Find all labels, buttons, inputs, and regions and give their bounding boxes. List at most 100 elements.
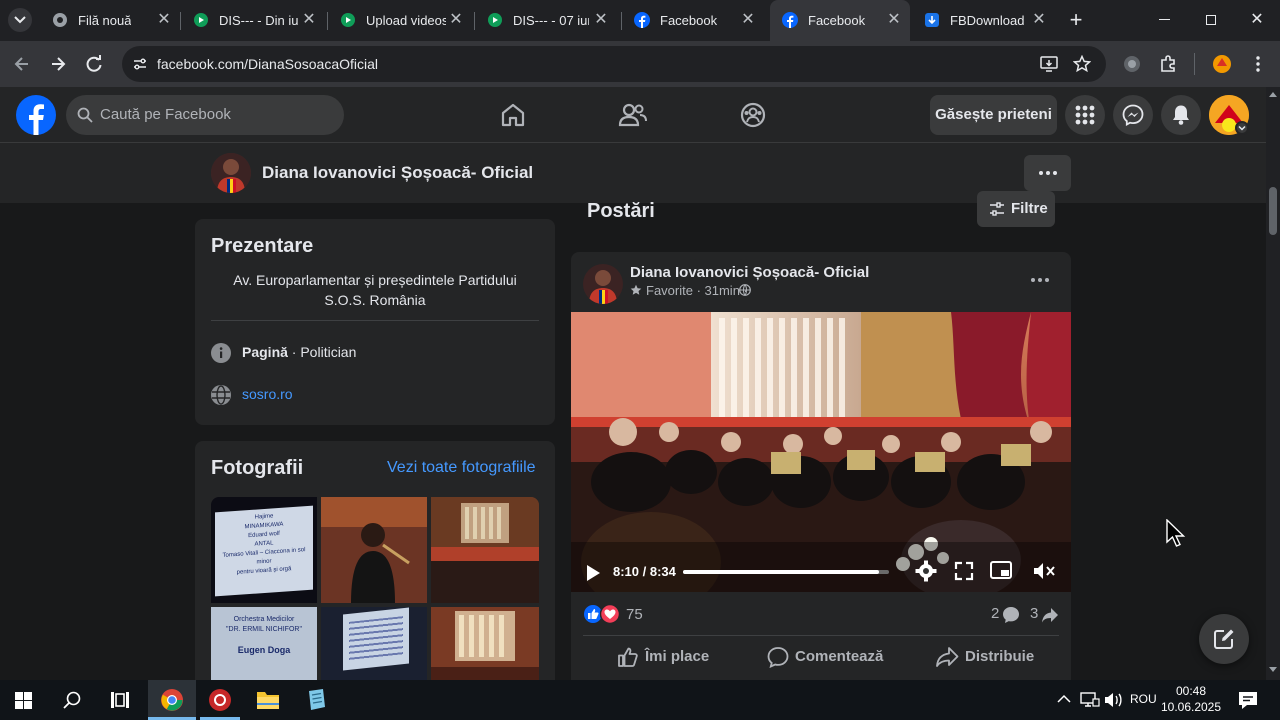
taskbar-recorder[interactable] [196,680,244,720]
messenger-icon [1122,104,1144,126]
close-icon[interactable]: ✕ [738,10,758,30]
reaction-icons[interactable] [583,604,623,624]
photo-thumbnail[interactable] [431,497,539,603]
photos-title: Fotografii [211,457,304,479]
tab-facebook-active[interactable]: Facebook ✕ [770,0,910,41]
bookmark-star-icon[interactable] [1073,55,1091,73]
action-center-icon[interactable] [1238,690,1258,710]
notifications-button[interactable] [1161,95,1201,135]
close-icon[interactable]: ✕ [299,10,319,30]
scrollbar-thumb[interactable] [1269,187,1277,235]
network-icon[interactable] [1080,691,1100,709]
video-player[interactable]: 8:10 / 8:34 [571,312,1071,592]
extensions-puzzle-icon[interactable] [1158,54,1178,74]
taskbar-notepad[interactable] [292,680,340,720]
taskbar-chrome[interactable] [148,680,196,720]
page-more-button[interactable] [1024,155,1071,191]
facebook-logo-icon[interactable] [16,95,56,135]
video-progress-bar[interactable] [683,570,889,574]
groups-icon[interactable] [739,101,767,129]
close-icon[interactable]: ✕ [884,10,904,30]
restore-button[interactable] [1197,10,1225,30]
favorite-star-icon [630,284,642,295]
post-author-name[interactable]: Diana Iovanovici Șoșoacă- Oficial [630,264,869,281]
tab-upload-videos[interactable]: Upload videos ✕ [328,0,474,41]
page-avatar[interactable] [211,153,251,193]
volume-icon[interactable] [1104,691,1124,709]
chrome-icon [53,13,67,27]
tab-title: Upload videos [366,13,446,28]
muted-speaker-icon[interactable] [1033,561,1055,581]
thumbs-up-icon [618,647,638,667]
new-message-button[interactable] [1199,614,1249,664]
taskbar-search-button[interactable] [48,680,96,720]
reload-icon[interactable] [84,54,104,74]
see-all-photos-link[interactable]: Vezi toate fotografiile [387,459,536,477]
start-button[interactable] [0,680,48,720]
facebook-search-input[interactable]: Caută pe Facebook [66,95,344,135]
forward-icon[interactable] [48,54,68,74]
windows-taskbar: ROU 00:48 10.06.2025 [0,680,1280,720]
share-count[interactable]: 3 [1030,605,1038,622]
scroll-down-arrow-icon[interactable] [1269,667,1277,673]
mouse-cursor-icon [1166,519,1186,547]
share-button[interactable]: Distribuie [905,640,1059,676]
reaction-count[interactable]: 75 [626,606,643,623]
play-icon[interactable] [585,564,601,582]
tab-fbdownloader[interactable]: FBDownloader ✕ [912,0,1058,41]
page-name[interactable]: Diana Iovanovici Șoșoacă- Oficial [262,163,533,183]
account-chevron[interactable] [1235,121,1249,135]
post-options-icon[interactable] [1031,278,1049,282]
post-author-avatar[interactable] [583,264,623,304]
comment-count[interactable]: 2 [991,605,999,622]
address-bar[interactable]: facebook.com/DianaSosoacaOficial [122,46,1106,82]
close-icon[interactable]: ✕ [154,10,174,30]
site-info-icon[interactable] [132,56,148,72]
extension-icon[interactable] [1122,54,1142,74]
like-button[interactable]: Îmi place [583,640,737,676]
settings-gear-icon[interactable] [915,560,937,582]
home-icon[interactable] [499,101,527,129]
close-icon[interactable]: ✕ [446,10,466,30]
url-text: facebook.com/DianaSosoacaOficial [157,56,379,72]
scroll-up-arrow-icon[interactable] [1269,91,1277,97]
tab-new-tab[interactable]: Filă nouă ✕ [40,0,180,41]
photo-thumbnail[interactable] [321,497,427,603]
messenger-button[interactable] [1113,95,1153,135]
close-window-button[interactable]: ✕ [1243,8,1271,32]
taskbar-file-explorer[interactable] [244,680,292,720]
back-icon[interactable] [12,54,32,74]
tab-dis-07-iunie[interactable]: DIS--- - 07 iunie ✕ [475,0,621,41]
find-friends-button[interactable]: Găsește prieteni [930,95,1057,135]
friends-icon[interactable] [618,101,648,129]
input-language[interactable]: ROU [1130,692,1157,706]
comment-button[interactable]: Comentează [743,640,897,676]
page-category: Pagină · Politician [242,344,356,360]
tab-facebook-1[interactable]: Facebook ✕ [622,0,768,41]
filters-button[interactable]: Filtre [977,191,1055,227]
time-current: 8:10 [613,564,640,579]
tray-chevron-up-icon[interactable] [1057,694,1071,704]
facebook-icon [634,12,650,28]
tab-search-button[interactable] [0,0,40,41]
close-icon[interactable]: ✕ [1029,10,1049,30]
picture-in-picture-icon[interactable] [990,561,1012,581]
menu-button[interactable] [1065,95,1105,135]
kebab-menu-icon[interactable] [1250,54,1266,74]
category-label: Pagină [242,344,288,360]
download-icon [925,13,939,27]
minimize-button[interactable] [1150,10,1178,30]
fullscreen-icon[interactable] [954,561,974,581]
website-link[interactable]: sosro.ro [242,386,293,402]
close-icon[interactable]: ✕ [591,10,611,30]
page-scrollbar[interactable] [1266,87,1280,680]
photo-thumbnail[interactable]: Hajime MINAMIKAWA Eduard wolf ANTAL Toma… [211,497,317,603]
profile-avatar[interactable] [1210,52,1234,76]
taskbar-clock[interactable]: 00:48 10.06.2025 [1160,683,1222,715]
task-view-button[interactable] [96,680,144,720]
install-app-icon[interactable] [1040,55,1058,73]
new-tab-plus-icon[interactable]: + [1064,8,1088,32]
category-value: · Politician [287,344,357,360]
like-label: Îmi place [645,648,710,665]
tab-dis-din-iunie[interactable]: DIS--- - Din iunie ✕ [181,0,327,41]
